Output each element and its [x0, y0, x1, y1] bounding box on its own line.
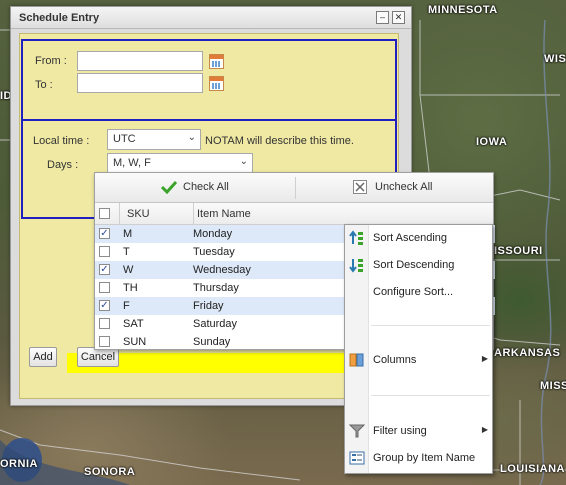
map-label-sonora: SONORA [84, 466, 136, 478]
map-label-california: ORNIA [0, 458, 38, 470]
sort-descending-icon [349, 259, 363, 273]
map-label-wisconsin: WIS [544, 53, 566, 65]
map-label-iowa: IOWA [476, 136, 508, 148]
column-context-menu: Sort Ascending Sort Descending Configure… [344, 224, 493, 474]
close-button[interactable]: ✕ [392, 11, 405, 24]
menu-separator [371, 395, 490, 396]
menu-item-label: Configure Sort... [373, 286, 454, 298]
window-title: Schedule Entry [19, 12, 100, 24]
menu-item-filter-using[interactable]: Filter using ▶ [345, 420, 492, 442]
sort-ascending-icon [349, 230, 363, 245]
from-calendar-icon[interactable] [209, 54, 224, 69]
select-all-checkbox[interactable] [99, 208, 110, 219]
sku-cell: SAT [123, 318, 144, 330]
minimize-button[interactable]: – [376, 11, 389, 24]
menu-item-label: Filter using [373, 425, 427, 437]
checkmark-icon [161, 180, 177, 194]
sku-cell: SUN [123, 336, 147, 348]
add-button[interactable]: Add [29, 347, 57, 367]
date-range-fieldset: From : To : [21, 39, 397, 121]
row-checkbox[interactable] [99, 282, 110, 293]
menu-separator [371, 325, 490, 326]
notam-note: NOTAM will describe this time. [205, 135, 354, 147]
to-date-input[interactable] [77, 73, 203, 93]
group-by-icon [349, 451, 365, 465]
chevron-down-icon: ⌄ [239, 156, 248, 167]
picklist-header: SKU Item Name [95, 203, 493, 225]
map-label-mississippi: MISS [540, 380, 566, 392]
picklist-toolbar: Check All Uncheck All [95, 173, 493, 203]
header-divider [193, 203, 194, 225]
item-name-cell: Saturday [193, 318, 238, 330]
map-label-arkansas: ARKANSAS [494, 347, 561, 359]
local-time-value: UTC [113, 133, 136, 145]
menu-item-label: Sort Descending [373, 259, 455, 271]
check-all-button[interactable]: Check All [183, 181, 229, 193]
menu-item-label: Sort Ascending [373, 232, 447, 244]
item-name-cell: Friday [193, 300, 224, 312]
filter-icon [349, 424, 365, 438]
menu-item-sort-ascending[interactable]: Sort Ascending [345, 227, 492, 249]
sku-cell: T [123, 246, 130, 258]
row-checkbox[interactable]: ✓ [99, 228, 110, 239]
to-label: To : [35, 79, 53, 91]
map-label-minnesota: MINNESOTA [428, 4, 498, 16]
item-name-cell: Tuesday [193, 246, 235, 258]
toolbar-divider [295, 177, 296, 199]
sku-cell: M [123, 228, 133, 240]
sku-cell: TH [123, 282, 138, 294]
days-label: Days : [47, 159, 79, 171]
menu-item-sort-descending[interactable]: Sort Descending [345, 254, 492, 276]
days-select[interactable]: M, W, F ⌄ [107, 153, 253, 174]
sku-cell: W [123, 264, 134, 276]
submenu-arrow-icon: ▶ [481, 354, 488, 363]
item-name-cell: Monday [193, 228, 233, 240]
menu-item-group-by[interactable]: Group by Item Name [345, 447, 492, 469]
row-checkbox[interactable] [99, 246, 110, 257]
menu-item-label: Group by Item Name [373, 452, 476, 464]
from-label: From : [35, 55, 67, 67]
to-calendar-icon[interactable] [209, 76, 224, 91]
map-label-louisiana: LOUISIANA [500, 463, 565, 475]
map-label-missouri: ISSOURI [494, 245, 543, 257]
row-checkbox[interactable] [99, 318, 110, 329]
item-name-cell: Wednesday [193, 264, 251, 276]
item-name-cell: Sunday [193, 336, 231, 348]
days-value: M, W, F [113, 157, 151, 169]
row-checkbox[interactable]: ✓ [99, 264, 110, 275]
local-time-select[interactable]: UTC ⌄ [107, 129, 201, 150]
chevron-down-icon: ⌄ [187, 132, 196, 143]
window-titlebar[interactable]: Schedule Entry – ✕ [11, 7, 411, 29]
row-checkbox[interactable] [99, 336, 110, 347]
menu-item-columns[interactable]: Columns ▶ [345, 349, 492, 371]
uncheck-all-button[interactable]: Uncheck All [375, 181, 432, 193]
sku-cell: F [123, 300, 130, 312]
uncheck-icon [353, 180, 367, 194]
menu-item-label: Columns [373, 354, 417, 366]
column-header-sku[interactable]: SKU [127, 208, 150, 220]
submenu-arrow-icon: ▶ [481, 425, 488, 434]
from-date-input[interactable] [77, 51, 203, 71]
header-divider [119, 203, 120, 225]
local-time-label: Local time : [33, 135, 90, 147]
row-checkbox[interactable]: ✓ [99, 300, 110, 311]
menu-item-configure-sort[interactable]: Configure Sort... [345, 281, 492, 303]
columns-icon [349, 353, 364, 367]
item-name-cell: Thursday [193, 282, 239, 294]
column-header-item-name[interactable]: Item Name [197, 208, 251, 220]
